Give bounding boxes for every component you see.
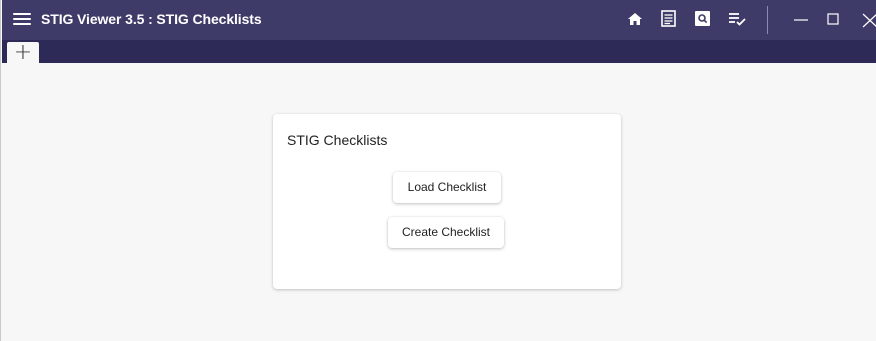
- maximize-icon[interactable]: [827, 13, 839, 25]
- menu-icon[interactable]: [13, 12, 31, 26]
- app-window: STIG Viewer 3.5 : STIG Checklists + STIG…: [0, 0, 876, 341]
- search-icon[interactable]: [694, 10, 711, 27]
- add-tab-button[interactable]: +: [7, 42, 39, 67]
- title-bar: STIG Viewer 3.5 : STIG Checklists: [2, 0, 876, 40]
- tab-bar: [2, 40, 876, 63]
- create-checklist-button[interactable]: Create Checklist: [388, 217, 504, 248]
- title-bar-divider: [767, 6, 768, 34]
- checklists-card: STIG Checklists Load Checklist Create Ch…: [273, 114, 621, 289]
- app-title: STIG Viewer 3.5 : STIG Checklists: [41, 11, 262, 27]
- add-tab-label: +: [13, 40, 33, 65]
- menu-icon-line: [13, 23, 31, 25]
- menu-icon-line: [13, 13, 31, 15]
- home-icon[interactable]: [627, 12, 643, 26]
- card-title: STIG Checklists: [287, 132, 388, 148]
- close-icon[interactable]: [862, 13, 876, 28]
- checklist-icon[interactable]: [728, 12, 746, 26]
- load-checklist-button[interactable]: Load Checklist: [393, 172, 501, 203]
- menu-icon-line: [13, 18, 31, 20]
- notes-icon[interactable]: [661, 10, 676, 27]
- minimize-icon[interactable]: [793, 14, 809, 26]
